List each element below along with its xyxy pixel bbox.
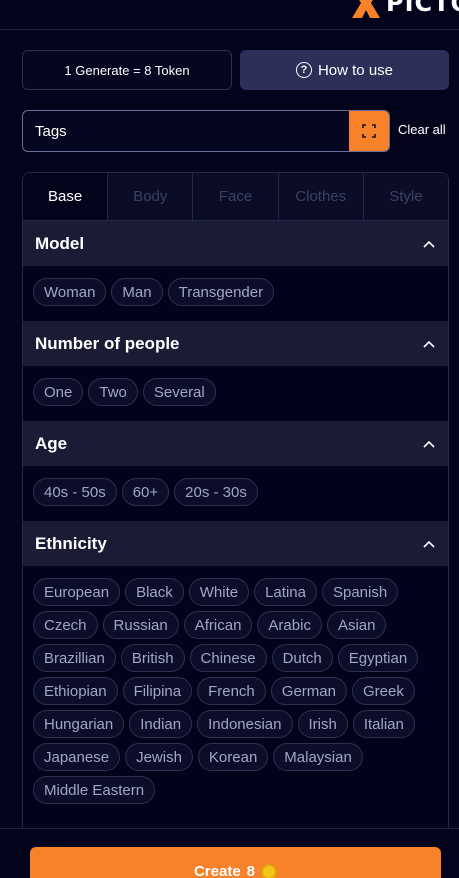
tab-style[interactable]: Style [362,173,448,220]
chip-list-ethnicity: European Black White Latina Spanish Czech Russ… [23,566,448,819]
section-header-number-of-people[interactable]: Number of people [23,321,448,366]
section-title: Age [35,433,68,453]
tag-chip[interactable]: Chinese [189,644,267,672]
chevron-up-icon[interactable] [422,237,436,251]
tag-chip[interactable]: White [188,578,250,606]
chevron-up-icon[interactable] [422,437,436,451]
create-button[interactable]: Create 8 [30,847,441,878]
chip-list-age: 40s - 50s 60+ 20s - 30s [23,466,448,521]
tags-input[interactable] [23,111,351,151]
tag-chip[interactable]: Several [142,378,216,406]
tag-chip[interactable]: Brazillian [33,644,116,672]
category-tabs: Base Body Face Clothes Style [23,173,448,221]
tag-chip[interactable]: Czech [33,611,98,639]
x-logo-icon [352,0,380,18]
how-to-use-label: How to use [317,61,394,79]
tag-chip[interactable]: Dutch [271,644,333,672]
tag-chip[interactable]: European [33,578,121,606]
tag-chip[interactable]: German [270,677,347,705]
section-title: Ethnicity [35,533,107,553]
section-header-ethnicity[interactable]: Ethnicity [23,521,448,566]
tag-chip[interactable]: Transgender [167,278,275,306]
section-title: Model [35,233,85,253]
tag-chip[interactable]: Latina [254,578,317,606]
tag-chip[interactable]: Woman [33,278,107,306]
tag-chip[interactable]: Black [125,578,184,606]
tag-chip[interactable]: Malaysian [273,743,363,771]
section-title: Number of people [35,333,180,353]
coin-icon [261,864,278,878]
tag-chip[interactable]: 40s - 50s [33,478,117,506]
tag-chip[interactable]: Two [88,378,138,406]
chip-list-number-of-people: One Two Several [23,366,448,421]
sections-container: Model Woman Man Transgender Number of people… [23,221,448,819]
tag-chip[interactable]: African [183,611,253,639]
token-info: 1 Generate = 8 Token [22,50,232,90]
tab-face[interactable]: Face [192,173,278,220]
tag-chip[interactable]: Egyptian [337,644,419,672]
tag-chip[interactable]: One [33,378,84,406]
tag-chip[interactable]: Man [111,278,163,306]
tag-chip[interactable]: Arabic [257,611,322,639]
tag-chip[interactable]: Hungarian [33,710,125,738]
tag-chip[interactable]: Spanish [321,578,399,606]
tag-chip[interactable]: Greek [351,677,415,705]
tab-base[interactable]: Base [23,173,108,220]
tag-chip[interactable]: Japanese [33,743,121,771]
tag-chip[interactable]: French [197,677,266,705]
app-header: PICTO [0,0,459,30]
logo-text: PICTO [386,0,459,17]
create-label: Create [193,863,241,878]
tab-body[interactable]: Body [107,173,193,220]
tag-chip[interactable]: Ethiopian [33,677,118,705]
section-header-model[interactable]: Model [23,221,448,266]
tag-chip[interactable]: Korean [197,743,269,771]
tag-chip[interactable]: 60+ [121,478,170,506]
tag-chip[interactable]: Filipina [122,677,193,705]
bottom-bar: Create 8 [0,828,459,878]
chevron-up-icon[interactable] [422,337,436,351]
tag-chip[interactable]: Asian [326,611,387,639]
scan-frame-icon [362,124,376,138]
tag-chip[interactable]: British [120,644,185,672]
chip-list-model: Woman Man Transgender [23,266,448,321]
tag-chip[interactable]: Italian [352,710,415,738]
tag-chip[interactable]: Russian [102,611,179,639]
tag-chip[interactable]: Irish [297,710,348,738]
tag-panel: Base Body Face Clothes Style Model Woman M… [22,172,449,878]
tag-chip[interactable]: Indonesian [197,710,293,738]
section-header-age[interactable]: Age [23,421,448,466]
chevron-up-icon[interactable] [422,537,436,551]
scan-button[interactable] [349,111,389,151]
how-to-use-button[interactable]: ? How to use [240,50,449,90]
tag-chip[interactable]: Indian [129,710,193,738]
tags-field [22,110,390,152]
question-circle-icon: ? [295,62,312,78]
create-cost: 8 [246,863,256,878]
tag-chip[interactable]: Jewish [125,743,193,771]
tag-chip[interactable]: Middle Eastern [33,776,156,804]
logo[interactable]: PICTO [350,0,459,18]
tab-clothes[interactable]: Clothes [277,173,363,220]
clear-all-button[interactable]: Clear all [398,122,446,137]
tag-chip[interactable]: 20s - 30s [174,478,258,506]
